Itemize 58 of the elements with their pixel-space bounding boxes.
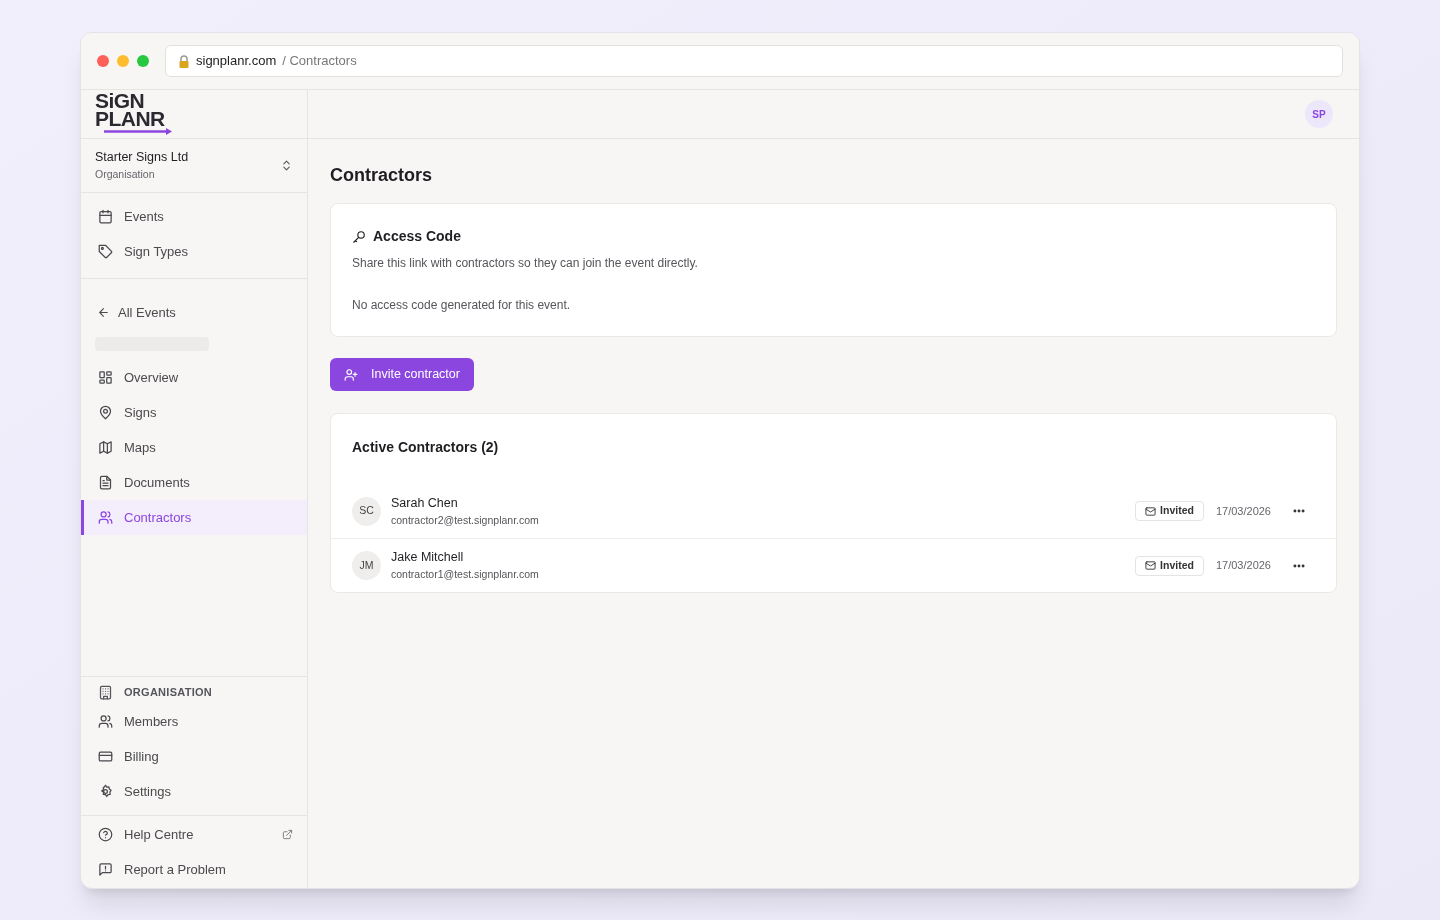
user-avatar[interactable]: SP — [1305, 100, 1333, 128]
page-title: Contractors — [330, 164, 433, 187]
lock-icon — [178, 54, 190, 68]
invite-contractor-button[interactable]: Invite contractor — [330, 358, 474, 391]
contractor-name: Sarah Chen — [391, 494, 459, 512]
mail-icon — [1145, 560, 1157, 571]
sidebar-item[interactable]: Documents — [81, 465, 307, 500]
map-pin-icon — [98, 405, 113, 420]
card-title: Access Code — [373, 227, 461, 246]
help-icon — [98, 827, 113, 842]
back-link[interactable]: All Events — [81, 295, 307, 330]
invite-date: 17/03/2026 — [1215, 503, 1271, 519]
arrow-left-icon — [97, 306, 110, 319]
contractor-email: contractor1@test.signplanr.com — [391, 567, 540, 582]
url-path: / Contractors — [282, 52, 357, 71]
map-icon — [98, 440, 113, 455]
sidebar-item[interactable]: Billing — [81, 739, 307, 774]
sidebar-item[interactable]: Signs — [81, 395, 307, 430]
building-icon — [98, 684, 113, 700]
key-icon — [352, 229, 366, 244]
invite-date: 17/03/2026 — [1215, 558, 1271, 574]
sidebar-item[interactable]: Sign Types — [81, 234, 307, 269]
chevrons-up-down-icon — [280, 159, 293, 172]
message-alert-icon — [98, 862, 113, 877]
user-plus-icon — [344, 367, 358, 382]
credit-card-icon — [98, 749, 113, 764]
organisation-label: Organisation — [95, 167, 156, 182]
sidebar-item[interactable]: Settings — [81, 774, 307, 809]
arrow-icon — [103, 128, 173, 135]
tag-icon — [98, 244, 113, 259]
card-description: Share this link with contractors so they can join the event directly. — [352, 255, 699, 272]
users-icon — [98, 714, 113, 729]
sidebar-item[interactable]: Members — [81, 704, 307, 739]
section-heading: ORGANISATION — [124, 684, 213, 700]
document-icon — [98, 475, 113, 490]
status-badge: Invited — [1135, 501, 1204, 521]
organisation-switcher[interactable]: Starter Signs Ltd Organisation — [81, 139, 307, 193]
initials-avatar: JM — [352, 551, 381, 580]
initials-avatar: SC — [352, 496, 381, 526]
users-icon — [98, 510, 113, 525]
grid-icon — [98, 370, 113, 385]
sidebar-item[interactable]: Events — [81, 199, 307, 234]
card-title: Active Contractors (2) — [351, 438, 500, 457]
sidebar-item[interactable]: Report a Problem — [81, 852, 307, 887]
logo[interactable]: SiGN PLANR — [95, 92, 175, 136]
sidebar-item[interactable]: Contractors — [81, 500, 307, 535]
address-bar[interactable]: signplanr.com / Contractors — [165, 45, 1343, 77]
mail-icon — [1145, 505, 1157, 517]
organisation-name: Starter Signs Ltd — [95, 149, 189, 167]
status-message: No access code generated for this event. — [352, 297, 572, 314]
sidebar-item[interactable]: Help Centre — [81, 817, 307, 852]
status-badge: Invited — [1135, 555, 1204, 576]
url-domain: signplanr.com — [196, 52, 277, 71]
sidebar-item[interactable]: Maps — [81, 430, 307, 465]
calendar-icon — [98, 209, 113, 224]
contractor-name: Jake Mitchell — [391, 549, 465, 567]
sidebar-item[interactable]: Overview — [81, 360, 307, 395]
contractor-email: contractor2@test.signplanr.com — [391, 512, 540, 528]
